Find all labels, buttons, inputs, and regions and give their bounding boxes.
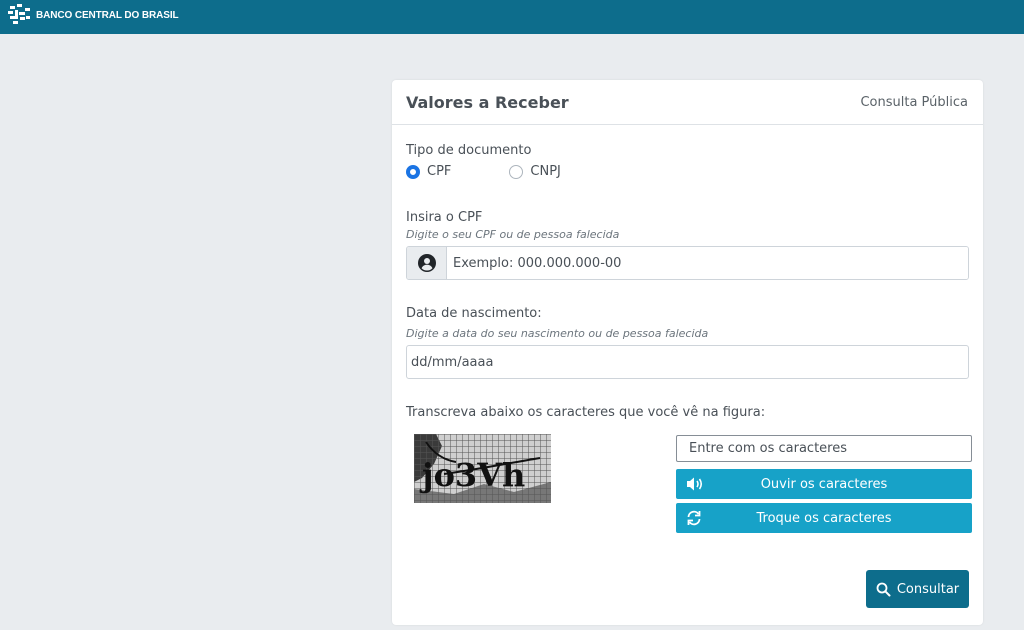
document-type-radio-group: CPF CNPJ: [406, 164, 561, 179]
cpf-addon: [407, 247, 447, 279]
user-circle-icon: [417, 254, 436, 272]
bcb-logo[interactable]: BANCO CENTRAL DO BRASIL: [8, 4, 179, 26]
bcb-logo-icon: [8, 4, 30, 24]
card-title: Valores a Receber: [406, 92, 569, 112]
consultar-label: Consultar: [896, 581, 960, 597]
captcha-image: jo3Vh: [414, 434, 551, 503]
captcha-text: jo3Vh: [419, 456, 525, 494]
cpf-hint: Digite o seu CPF ou de pessoa falecida: [406, 228, 620, 241]
birth-date-input[interactable]: [406, 345, 969, 379]
valores-a-receber-card: Valores a Receber Consulta Pública Tipo …: [392, 80, 983, 625]
captcha-input[interactable]: [676, 435, 972, 462]
consultar-button[interactable]: Consultar: [866, 570, 969, 608]
top-header-bar: BANCO CENTRAL DO BRASIL: [0, 0, 1024, 34]
refresh-icon: [686, 510, 702, 526]
radio-cpf[interactable]: CPF: [406, 164, 451, 179]
birth-date-label: Data de nascimento:: [406, 306, 542, 321]
search-icon: [876, 582, 891, 596]
radio-cpf-indicator[interactable]: [406, 164, 420, 179]
radio-cpf-label: CPF: [427, 164, 452, 179]
listen-characters-button[interactable]: Ouvir os caracteres: [676, 469, 972, 499]
listen-characters-label: Ouvir os caracteres: [760, 476, 888, 492]
change-characters-button[interactable]: Troque os caracteres: [676, 503, 972, 533]
card-subtitle: Consulta Pública: [860, 94, 968, 110]
cpf-input[interactable]: [447, 247, 968, 279]
speaker-icon: [686, 476, 706, 492]
document-type-label: Tipo de documento: [406, 143, 532, 158]
radio-cnpj-indicator[interactable]: [509, 164, 524, 179]
change-characters-label: Troque os caracteres: [756, 510, 892, 526]
cpf-label: Insira o CPF: [406, 210, 483, 225]
captcha-instruction: Transcreva abaixo os caracteres que você…: [406, 405, 766, 420]
birth-date-hint: Digite a data do seu nascimento ou de pe…: [406, 327, 709, 340]
card-header: Valores a Receber Consulta Pública: [392, 80, 983, 125]
bank-name: BANCO CENTRAL DO BRASIL: [36, 9, 179, 21]
radio-cnpj-label: CNPJ: [530, 164, 561, 179]
radio-cnpj[interactable]: CNPJ: [509, 164, 561, 179]
cpf-input-group: [406, 246, 969, 280]
